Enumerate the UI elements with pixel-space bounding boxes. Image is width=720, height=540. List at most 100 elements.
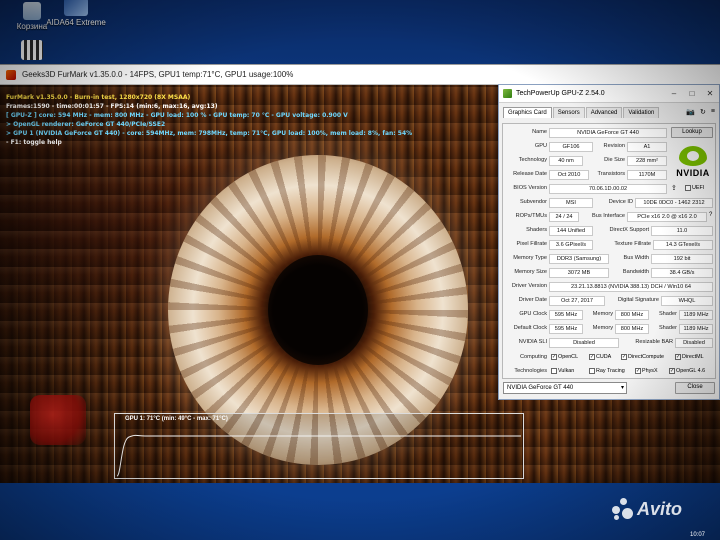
osd-line: - F1: toggle help bbox=[6, 139, 62, 146]
taskbar-clock: 10:07 bbox=[690, 532, 706, 538]
avito-watermark-text: Avito bbox=[637, 498, 682, 519]
close-icon[interactable]: ✕ bbox=[701, 89, 719, 98]
osd-line: Frames:1590 - time:00:01:57 - FPS:14 (mi… bbox=[6, 103, 218, 110]
tab-graphics-card[interactable]: Graphics Card bbox=[503, 107, 552, 118]
memory-size-label: Memory Size bbox=[514, 269, 547, 275]
shader-clock-label: Shader bbox=[658, 311, 677, 317]
subvendor-label: Subvendor bbox=[519, 199, 547, 205]
furmark-shortcut-icon bbox=[21, 40, 43, 60]
refresh-icon[interactable]: ↻ bbox=[700, 108, 706, 116]
name-value: NVIDIA GeForce GT 440 bbox=[549, 127, 667, 138]
gpuz-tabbar: Graphics Card Sensors Advanced Validatio… bbox=[499, 103, 719, 118]
revision-value: A1 bbox=[627, 141, 667, 152]
default-memory-value: 800 MHz bbox=[615, 323, 649, 334]
directx-support-value: 11.0 bbox=[651, 225, 713, 236]
help-icon[interactable]: ? bbox=[709, 212, 712, 218]
uefi-checkbox[interactable]: UEFI bbox=[685, 183, 704, 193]
close-button[interactable]: Close bbox=[675, 382, 715, 394]
camera-icon[interactable]: 📷 bbox=[686, 108, 695, 116]
die-size-label: Die Size bbox=[604, 157, 625, 163]
device-id-value: 10DE 0DC0 - 1462 2312 bbox=[635, 197, 713, 208]
digital-signature-value: WHQL bbox=[661, 295, 713, 306]
osd-line: > OpenGL renderer: GeForce GT 440/PCIe/S… bbox=[6, 121, 166, 128]
opengl-checkbox[interactable]: ✓ OpenGL 4.6 bbox=[669, 366, 705, 376]
ray-tracing-checkbox-box bbox=[589, 368, 595, 374]
default-clock-label: Default Clock bbox=[513, 325, 547, 331]
gpu-value: GF106 bbox=[549, 141, 593, 152]
device-select[interactable]: NVIDIA GeForce GT 440 ▾ bbox=[503, 382, 627, 394]
share-icon[interactable]: ⇪ bbox=[671, 184, 677, 192]
directx-support-label: DirectX Support bbox=[609, 227, 649, 233]
minimize-icon[interactable]: – bbox=[665, 89, 683, 98]
resizable-bar-label: Resizable BAR bbox=[635, 339, 673, 345]
name-label: Name bbox=[532, 129, 547, 135]
vulkan-checkbox[interactable]: Vulkan bbox=[551, 366, 574, 376]
ray-tracing-label: Ray Tracing bbox=[596, 368, 625, 374]
osd-line: > GPU 1 (NVIDIA GeForce GT 440) - core: … bbox=[6, 130, 413, 137]
memory-clock-label: Memory bbox=[592, 311, 613, 317]
bios-version-label: BIOS Version bbox=[513, 185, 547, 191]
ray-tracing-checkbox[interactable]: Ray Tracing bbox=[589, 366, 625, 376]
vulkan-label: Vulkan bbox=[558, 368, 575, 374]
maximize-icon[interactable]: □ bbox=[683, 89, 701, 98]
nvidia-sli-value: Disabled bbox=[549, 337, 619, 348]
lookup-button[interactable]: Lookup bbox=[671, 127, 713, 138]
device-id-label: Device ID bbox=[608, 199, 633, 205]
revision-label: Revision bbox=[603, 143, 625, 149]
gpuz-window: TechPowerUp GPU-Z 2.54.0 – □ ✕ Graphics … bbox=[498, 84, 720, 400]
opencl-checkbox[interactable]: ✓ OpenCL bbox=[551, 352, 578, 362]
furmark-titlebar[interactable]: Geeks3D FurMark v1.35.0.0 - 14FPS, GPU1 … bbox=[0, 65, 720, 85]
memory-clock-value: 800 MHz bbox=[615, 309, 649, 320]
shaders-value: 144 Unified bbox=[549, 225, 593, 236]
gpuz-window-title: TechPowerUp GPU-Z 2.54.0 bbox=[516, 90, 605, 97]
directml-checkbox-box: ✓ bbox=[675, 354, 681, 360]
driver-version-label: Driver Version bbox=[511, 283, 547, 289]
default-clock-value: 595 MHz bbox=[549, 323, 583, 334]
physx-label: PhysX bbox=[642, 368, 658, 374]
gpuz-titlebar[interactable]: TechPowerUp GPU-Z 2.54.0 – □ ✕ bbox=[499, 85, 719, 103]
directml-checkbox[interactable]: ✓ DirectML bbox=[675, 352, 704, 362]
cuda-label: CUDA bbox=[596, 354, 612, 360]
aida64-label: AIDA64 Extreme bbox=[46, 18, 106, 27]
physx-checkbox[interactable]: ✓ PhysX bbox=[635, 366, 658, 376]
gpu-clock-label: GPU Clock bbox=[519, 311, 547, 317]
pixel-fillrate-value: 3.6 GPixel/s bbox=[549, 239, 593, 250]
technology-value: 40 nm bbox=[549, 155, 583, 166]
bios-version-value: 70.06.1D.00.02 bbox=[549, 183, 667, 194]
bandwidth-value: 38.4 GB/s bbox=[651, 267, 713, 278]
cuda-checkbox[interactable]: ✓ CUDA bbox=[589, 352, 611, 362]
tab-validation[interactable]: Validation bbox=[623, 107, 660, 118]
shader-clock-value: 1189 MHz bbox=[679, 309, 713, 320]
bandwidth-label: Bandwidth bbox=[622, 269, 649, 275]
bus-interface-label: Bus Interface bbox=[592, 213, 625, 219]
tab-advanced[interactable]: Advanced bbox=[585, 107, 623, 118]
release-date-label: Release Date bbox=[513, 171, 547, 177]
gpu-temp-graph-label: GPU 1: 71°C (min: 49°C - max: 71°C) bbox=[125, 416, 228, 422]
fur-donut-center bbox=[268, 255, 368, 365]
opencl-label: OpenCL bbox=[558, 354, 579, 360]
directcompute-checkbox-box: ✓ bbox=[621, 354, 627, 360]
cuda-checkbox-box: ✓ bbox=[589, 354, 595, 360]
uefi-label: UEFI bbox=[692, 185, 705, 191]
driver-date-label: Driver Date bbox=[518, 297, 547, 303]
driver-version-value: 23.21.13.8813 (NVIDIA 388.13) DCH / Win1… bbox=[549, 281, 713, 292]
technologies-label: Technologies bbox=[514, 368, 547, 374]
furmark-window-title: Geeks3D FurMark v1.35.0.0 - 14FPS, GPU1 … bbox=[22, 70, 294, 79]
directml-label: DirectML bbox=[682, 354, 704, 360]
rops-tmus-label: ROPs/TMUs bbox=[515, 213, 547, 219]
furmark-shortcut[interactable] bbox=[2, 40, 62, 62]
bus-interface-value: PCIe x16 2.0 @ x16 2.0 bbox=[627, 211, 707, 222]
gpu-temp-graph: GPU 1: 71°C (min: 49°C - max: 71°C) bbox=[114, 413, 524, 479]
furmark-app-icon bbox=[6, 69, 16, 80]
device-select-value: NVIDIA GeForce GT 440 bbox=[507, 385, 574, 391]
opengl-label: OpenGL 4.6 bbox=[676, 368, 706, 374]
aida64-shortcut[interactable]: AIDA64 Extreme bbox=[46, 0, 106, 27]
pixel-fillrate-label: Pixel Fillrate bbox=[516, 241, 547, 247]
bus-width-label: Bus Width bbox=[623, 255, 650, 261]
menu-icon[interactable]: ≡ bbox=[711, 108, 715, 116]
resizable-bar-value: Disabled bbox=[675, 337, 713, 348]
transistors-label: Transistors bbox=[597, 171, 625, 177]
osd-line: [ GPU-Z ] core: 594 MHz - mem: 800 MHz -… bbox=[6, 112, 348, 119]
tab-sensors[interactable]: Sensors bbox=[552, 107, 585, 118]
directcompute-checkbox[interactable]: ✓ DirectCompute bbox=[621, 352, 664, 362]
